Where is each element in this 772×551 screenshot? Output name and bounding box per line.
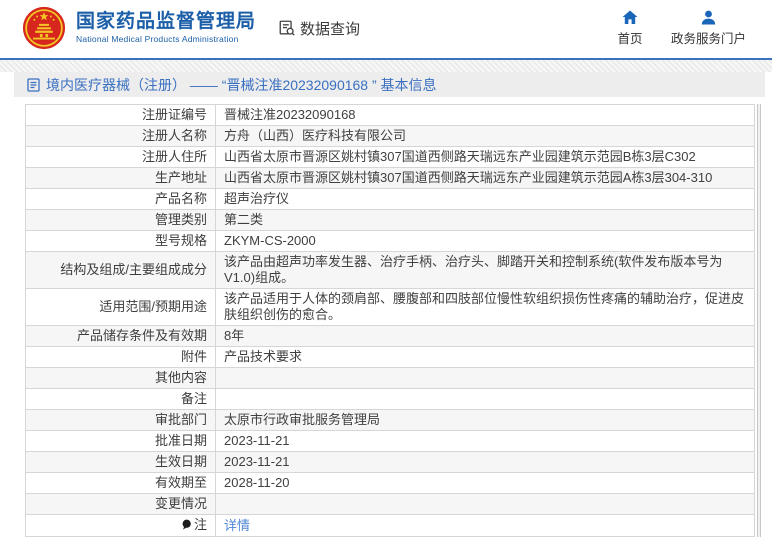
row-value [215, 367, 755, 389]
table-row: 有效期至 2028-11-20 [25, 472, 755, 494]
row-value: 2028-11-20 [215, 472, 755, 494]
table-row: 注详情 [25, 514, 755, 537]
national-emblem-logo [22, 6, 66, 50]
header-nav: 首页 政务服务门户 [613, 10, 746, 47]
nav-portal[interactable]: 政务服务门户 [671, 10, 746, 47]
row-label: 生效日期 [25, 451, 216, 473]
breadcrumb: 境内医疗器械（注册） —— “晋械注准20232090168 ” 基本信息 [14, 72, 765, 97]
row-value: 该产品由超声功率发生器、治疗手柄、治疗头、脚踏开关和控制系统(软件发布版本号为V… [215, 251, 755, 289]
row-value: 第二类 [215, 209, 755, 231]
agency-name-en: National Medical Products Administration [76, 33, 239, 44]
row-value: 2023-11-21 [215, 430, 755, 452]
row-value: 详情 [215, 514, 755, 537]
table-row: 变更情况 [25, 493, 755, 515]
table-row: 产品名称 超声治疗仪 [25, 188, 755, 210]
row-value: 2023-11-21 [215, 451, 755, 473]
data-query-label: 数据查询 [300, 20, 361, 38]
table-row: 适用范围/预期用途 该产品适用于人体的颈肩部、腰腹部和四肢部位慢性软组织损伤性疼痛… [25, 288, 755, 326]
table-row: 生效日期 2023-11-21 [25, 451, 755, 473]
row-label: 附件 [25, 346, 216, 368]
row-value: 山西省太原市晋源区姚村镇307国道西侧路天瑞远东产业园建筑示范园B栋3层C302 [215, 146, 755, 168]
row-label: 审批部门 [25, 409, 216, 431]
agency-brand[interactable]: 国家药品监督管理局 National Medical Products Admi… [22, 6, 256, 50]
divider-pattern-strip [0, 60, 772, 72]
nav-portal-label: 政务服务门户 [670, 31, 746, 46]
home-icon [622, 10, 638, 25]
table-row: 生产地址 山西省太原市晋源区姚村镇307国道西侧路天瑞远东产业园建筑示范园A栋3层… [25, 167, 755, 189]
table-row: 注册人住所 山西省太原市晋源区姚村镇307国道西侧路天瑞远东产业园建筑示范园B栋3… [25, 146, 755, 168]
row-label: 适用范围/预期用途 [25, 288, 216, 326]
row-value [215, 493, 755, 515]
row-value: ZKYM-CS-2000 [215, 230, 755, 252]
info-table: 注册证编号 晋械注准20232090168 注册人名称 方舟（山西）医疗科技有限公司注… [25, 104, 755, 537]
row-label: 注册证编号 [25, 104, 216, 126]
data-query-nav[interactable]: 数据查询 [278, 18, 360, 39]
nav-home[interactable]: 首页 [613, 10, 647, 47]
row-value: 8年 [215, 325, 755, 347]
row-label: 注册人名称 [25, 125, 216, 147]
row-value [215, 388, 755, 410]
page-title: 境内医疗器械（注册） —— “晋械注准20232090168 ” 基本信息 [46, 76, 437, 93]
table-row: 审批部门 太原市行政审批服务管理局 [25, 409, 755, 431]
table-row: 管理类别 第二类 [25, 209, 755, 231]
row-value: 方舟（山西）医疗科技有限公司 [215, 125, 755, 147]
row-value: 超声治疗仪 [215, 188, 755, 210]
row-value: 产品技术要求 [215, 346, 755, 368]
document-icon [27, 77, 40, 92]
site-header: 国家药品监督管理局 National Medical Products Admi… [0, 0, 772, 60]
user-icon [701, 10, 716, 25]
row-value: 该产品适用于人体的颈肩部、腰腹部和四肢部位慢性软组织损伤性疼痛的辅助治疗，促进皮… [215, 288, 755, 326]
row-value: 太原市行政审批服务管理局 [215, 409, 755, 431]
table-row: 备注 [25, 388, 755, 410]
table-row: 产品储存条件及有效期 8年 [25, 325, 755, 347]
data-query-icon [278, 19, 296, 37]
row-label: 生产地址 [25, 167, 216, 189]
row-label: 产品名称 [25, 188, 216, 210]
table-row: 附件 产品技术要求 [25, 346, 755, 368]
nav-home-label: 首页 [617, 31, 643, 46]
row-label: 变更情况 [25, 493, 216, 515]
info-table-body: 注册证编号 晋械注准20232090168 注册人名称 方舟（山西）医疗科技有限公司注… [25, 104, 755, 537]
row-label: 有效期至 [25, 472, 216, 494]
content-panel: 境内医疗器械（注册） —— “晋械注准20232090168 ” 基本信息 注册… [14, 72, 765, 537]
row-label: 型号规格 [25, 230, 216, 252]
row-label: 其他内容 [25, 367, 216, 389]
table-row: 注册证编号 晋械注准20232090168 [25, 104, 755, 126]
row-value: 晋械注准20232090168 [215, 104, 755, 126]
table-zone: 注册证编号 晋械注准20232090168 注册人名称 方舟（山西）医疗科技有限公司注… [14, 97, 765, 537]
row-label: 结构及组成/主要组成成分 [25, 251, 216, 289]
row-label: 注 [25, 514, 216, 537]
table-row: 结构及组成/主要组成成分 该产品由超声功率发生器、治疗手柄、治疗头、脚踏开关和控制… [25, 251, 755, 289]
row-label: 管理类别 [25, 209, 216, 231]
scrollbar-track[interactable] [757, 104, 761, 537]
detail-link[interactable]: 详情 [224, 518, 250, 533]
row-label: 注册人住所 [25, 146, 216, 168]
table-row: 注册人名称 方舟（山西）医疗科技有限公司 [25, 125, 755, 147]
table-row: 其他内容 [25, 367, 755, 389]
comment-icon [181, 518, 192, 534]
table-row: 型号规格 ZKYM-CS-2000 [25, 230, 755, 252]
row-label: 备注 [25, 388, 216, 410]
row-label: 批准日期 [25, 430, 216, 452]
agency-name-cn: 国家药品监督管理局 [76, 10, 257, 32]
row-label: 产品储存条件及有效期 [25, 325, 216, 347]
page-root: 国家药品监督管理局 National Medical Products Admi… [0, 0, 772, 537]
table-row: 批准日期 2023-11-21 [25, 430, 755, 452]
row-value: 山西省太原市晋源区姚村镇307国道西侧路天瑞远东产业园建筑示范园A栋3层304-… [215, 167, 755, 189]
agency-title-block: 国家药品监督管理局 National Medical Products Admi… [76, 10, 257, 44]
